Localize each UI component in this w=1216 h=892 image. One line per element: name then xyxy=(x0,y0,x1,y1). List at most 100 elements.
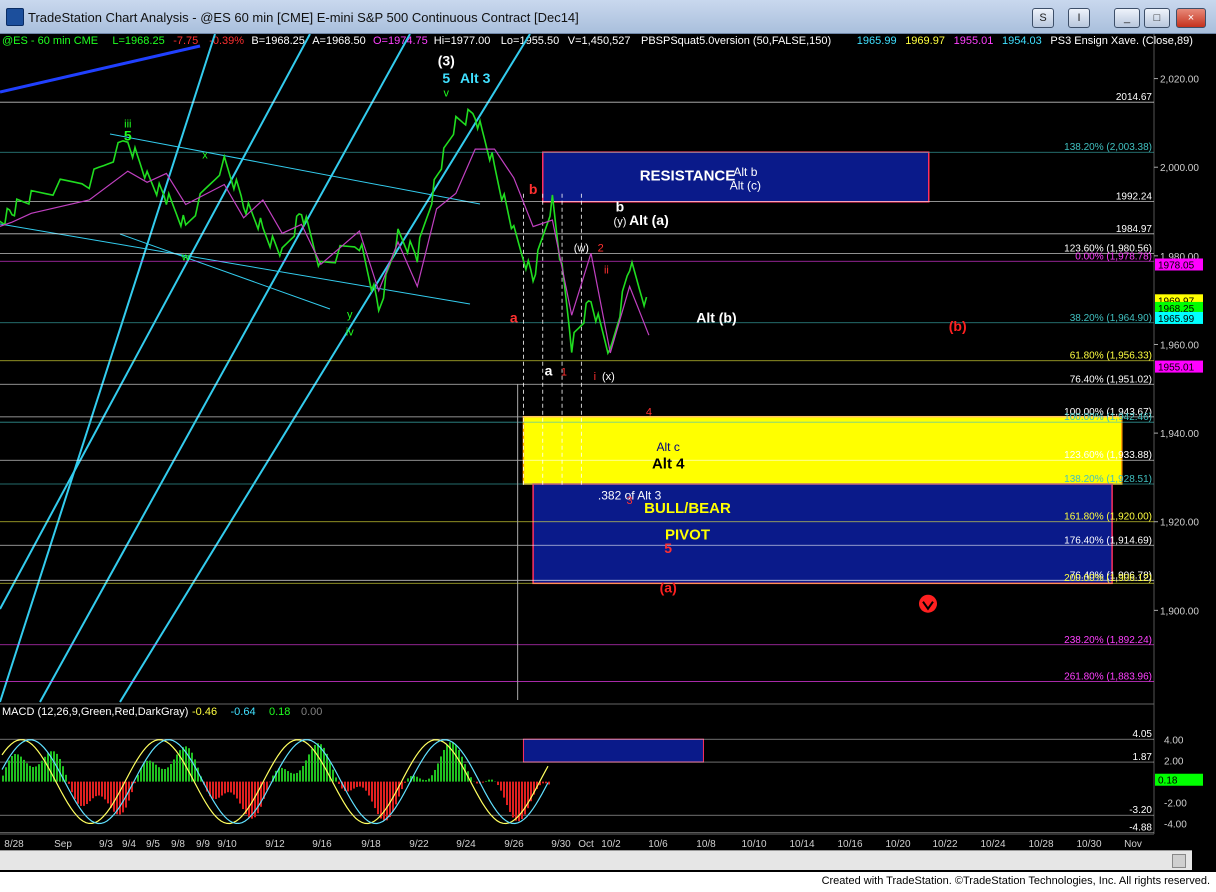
wave-label: 5 xyxy=(124,128,132,144)
symbol-link-button[interactable]: S xyxy=(1032,8,1054,28)
info-bar-item: @ES - 60 min CME xyxy=(2,35,98,47)
scrollbar-thumb[interactable] xyxy=(1172,854,1186,868)
info-bar-item: 1965.99 xyxy=(857,35,897,47)
macd-histogram-bar xyxy=(17,754,19,782)
wave-label: w xyxy=(181,251,190,263)
wave-label: x xyxy=(202,149,208,161)
wave-label: Alt (a) xyxy=(629,212,669,228)
copyright-text: Created with TradeStation. ©TradeStation… xyxy=(821,875,1210,887)
macd-badge-label: 0.18 xyxy=(1158,776,1178,787)
fib-level-label: 38.20% (1,964.90) xyxy=(1070,313,1152,324)
macd-histogram-bar xyxy=(416,776,418,782)
fib-level-label: 200.00% (1,906.12) xyxy=(1064,573,1152,584)
chart-area[interactable]: @ES - 60 min CME L=1968.25 -7.75 -0.39% B=19… xyxy=(0,33,1216,870)
close-button[interactable]: × xyxy=(1176,8,1206,28)
macd-histogram-bar xyxy=(488,779,490,782)
macd-histogram-bar xyxy=(425,780,427,782)
macd-histogram-bar xyxy=(374,781,376,809)
fib-level-label: 100.00% (1,942.46) xyxy=(1064,412,1152,423)
macd-histogram-bar xyxy=(23,759,25,782)
time-axis-label: 9/30 xyxy=(551,839,571,850)
fib-level-label: 138.20% (2,003.38) xyxy=(1064,142,1152,153)
time-axis-label: 9/8 xyxy=(171,839,185,850)
price-badge-label: 1955.01 xyxy=(1158,363,1195,374)
macd-histogram-bar xyxy=(170,764,172,782)
time-axis-label: 8/28 xyxy=(4,839,24,850)
fib-level-label: 61.80% (1,956.33) xyxy=(1070,351,1152,362)
price-chart[interactable]: @ES - 60 min CME L=1968.25 -7.75 -0.39% B=19… xyxy=(0,33,1216,850)
macd-histogram-bar xyxy=(41,760,43,782)
macd-axis-label: -2.00 xyxy=(1164,799,1187,810)
macd-histogram-bar xyxy=(98,781,100,796)
macd-histogram-bar xyxy=(164,768,166,782)
time-axis-label: 10/24 xyxy=(980,839,1005,850)
macd-histogram-bar xyxy=(506,781,508,806)
macd-histogram-bar xyxy=(281,767,283,782)
zone-label: Alt c xyxy=(657,440,680,454)
fib-level-label: 123.60% (1,933.88) xyxy=(1064,450,1152,461)
macd-histogram-bar xyxy=(365,781,367,791)
macd-histogram-bar xyxy=(212,781,214,799)
macd-histogram-bar xyxy=(311,748,313,782)
macd-histogram-bar xyxy=(107,781,109,804)
macd-histogram-bar xyxy=(332,769,334,782)
macd-histogram-bar xyxy=(215,781,217,800)
info-bar-item: V=1,450,527 xyxy=(568,35,631,47)
wave-label: ii xyxy=(604,265,609,277)
wave-label: Alt 3 xyxy=(460,70,491,86)
macd-histogram-bar xyxy=(359,781,361,787)
macd-histogram-bar xyxy=(296,772,298,782)
wave-label: b xyxy=(616,199,625,215)
macd-histogram-bar xyxy=(338,781,340,784)
info-bar-item: PBSPSquat5.0version (50,FALSE,150) xyxy=(641,35,831,47)
zone-alt-4 xyxy=(522,415,1123,485)
time-axis-label: 9/3 xyxy=(99,839,113,850)
fib-level-label: 2014.67 xyxy=(1116,92,1153,103)
wave-label: 5 xyxy=(442,70,450,86)
zone-label: Alt (c) xyxy=(730,178,761,192)
zone-label: Alt 4 xyxy=(652,456,685,473)
macd-histogram-bar xyxy=(8,760,10,782)
macd-axis-label: 2.00 xyxy=(1164,757,1184,768)
macd-histogram-bar xyxy=(476,781,478,784)
macd-histogram-bar xyxy=(542,781,544,784)
maximize-button[interactable]: □ xyxy=(1144,8,1170,28)
macd-histogram-bar xyxy=(335,777,337,782)
time-axis-label: 10/16 xyxy=(837,839,862,850)
macd-histogram-bar xyxy=(422,779,424,782)
macd-axis-label: -4.00 xyxy=(1164,820,1187,831)
price-axis-label: 1,920.00 xyxy=(1160,518,1199,529)
time-axis-label: 9/9 xyxy=(196,839,210,850)
macd-histogram-bar xyxy=(32,767,34,782)
macd-histogram-bar xyxy=(68,781,70,784)
time-axis-label: 9/22 xyxy=(409,839,429,850)
time-axis-label: 10/8 xyxy=(696,839,716,850)
macd-histogram-bar xyxy=(35,766,37,782)
wave-label: 2 xyxy=(598,242,604,254)
macd-histogram-bar xyxy=(20,756,22,782)
macd-histogram-bar xyxy=(194,759,196,782)
macd-histogram-bar xyxy=(113,781,115,812)
macd-histogram-bar xyxy=(461,756,463,782)
fib-level-label: 138.20% (1,928.51) xyxy=(1064,474,1152,485)
macd-histogram-bar xyxy=(158,767,160,782)
wave-label: (y) xyxy=(614,216,627,228)
fib-level-label: 161.80% (1,920.00) xyxy=(1064,512,1152,523)
horizontal-scrollbar[interactable] xyxy=(0,850,1192,870)
macd-histogram-bar xyxy=(482,781,484,783)
macd-histogram-bar xyxy=(356,781,358,788)
macd-histogram-bar xyxy=(497,781,499,786)
macd-histogram-bar xyxy=(485,780,487,782)
indicator-link-button[interactable]: I xyxy=(1068,8,1090,28)
macd-histogram-bar xyxy=(500,781,502,791)
macd-histogram-bar xyxy=(299,770,301,782)
wave-label: y xyxy=(347,309,353,321)
info-bar-item: O=1974.75 xyxy=(373,35,428,47)
macd-histogram-bar xyxy=(2,775,4,782)
info-bar-item: 1969.97 xyxy=(905,35,945,47)
minimize-button[interactable]: _ xyxy=(1114,8,1140,28)
macd-histogram-bar xyxy=(227,781,229,793)
time-axis-label: Sep xyxy=(54,839,72,850)
time-axis-label: 9/26 xyxy=(504,839,524,850)
macd-histogram-bar xyxy=(353,781,355,789)
